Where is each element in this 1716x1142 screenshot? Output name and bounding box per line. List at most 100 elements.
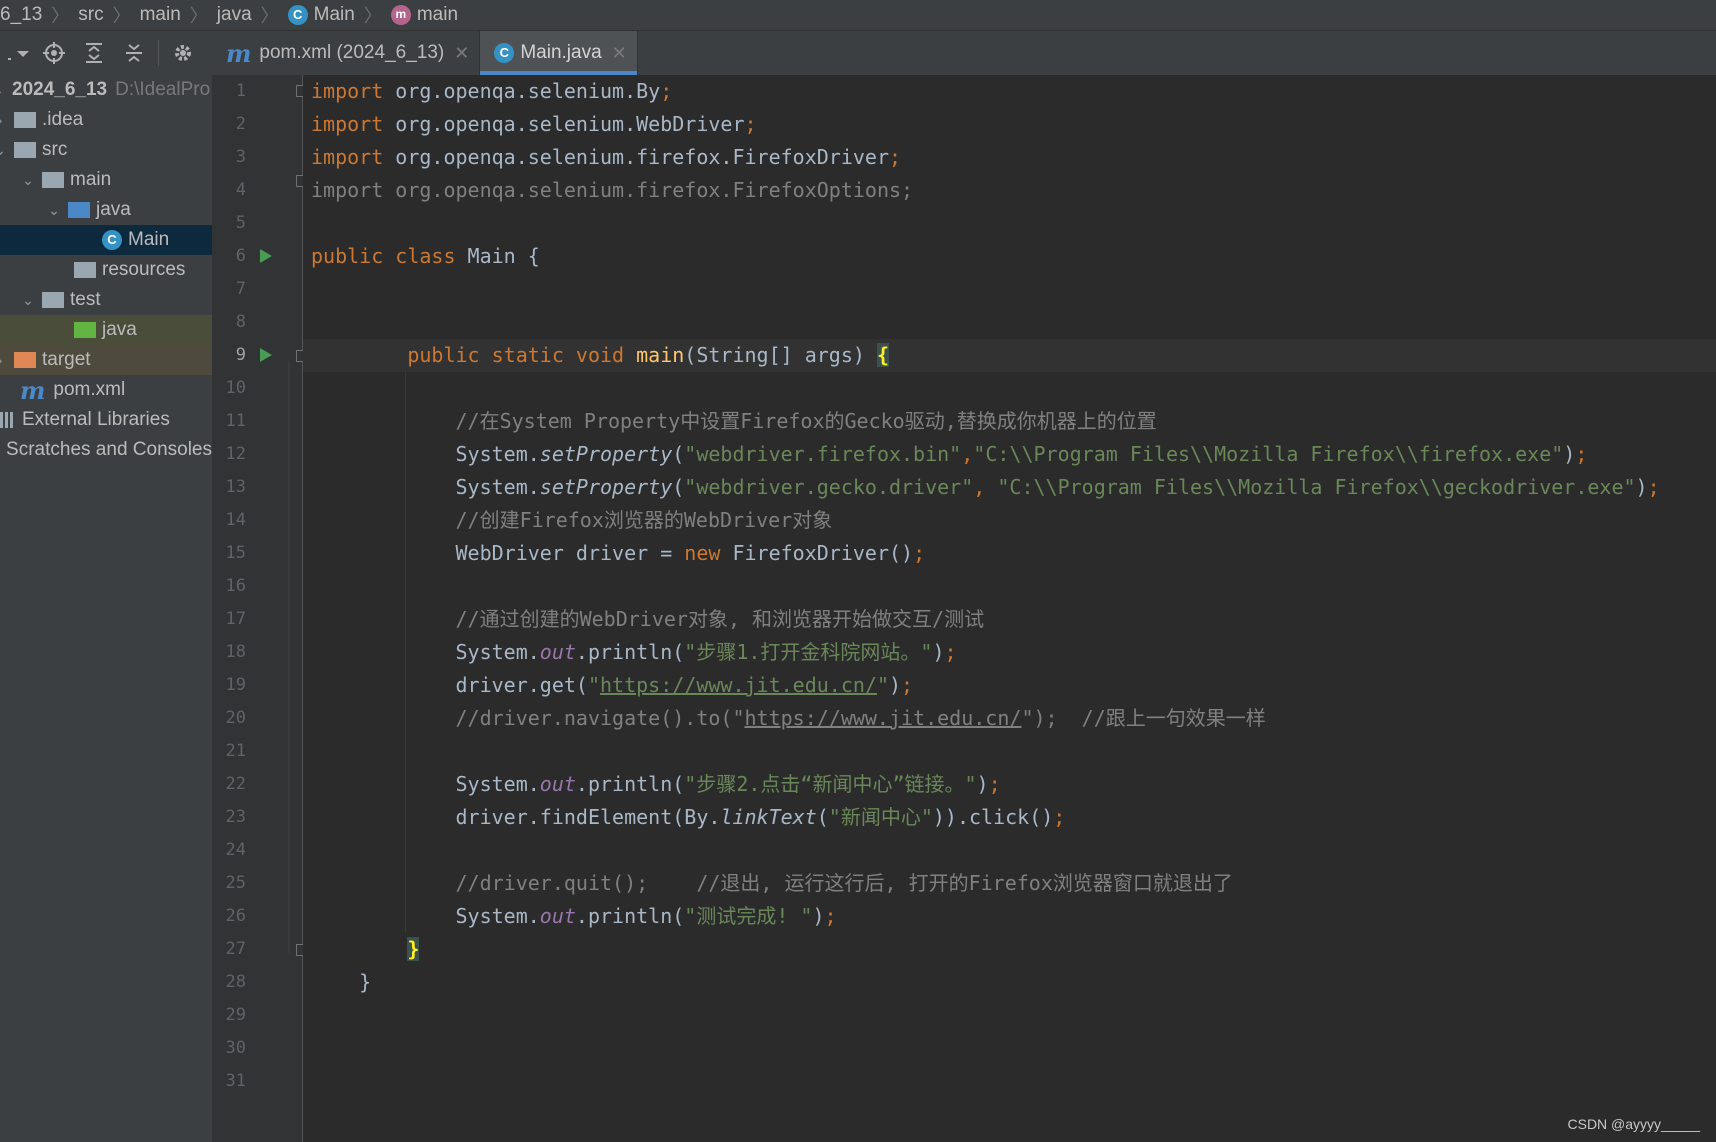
breadcrumb-item-java[interactable]: java (217, 0, 252, 30)
breadcrumb-item-main[interactable]: main (140, 0, 181, 30)
run-main-icon[interactable] (260, 348, 272, 362)
code-line-2[interactable]: import org.openqa.selenium.WebDriver; (311, 108, 757, 141)
tree-item-target[interactable]: › target (0, 345, 212, 375)
tree-item-pom[interactable]: m pom.xml (0, 375, 212, 405)
close-icon[interactable]: ✕ (454, 43, 469, 64)
expand-all-icon[interactable] (74, 33, 114, 73)
line-number[interactable]: 12 (212, 444, 246, 464)
line-number[interactable]: 22 (212, 774, 246, 794)
code-line-19[interactable]: driver.get("https://www.jit.edu.cn/"); (311, 669, 913, 702)
chevron-down-icon[interactable]: ⌄ (20, 172, 36, 189)
line-number[interactable]: 16 (212, 576, 246, 596)
gear-icon[interactable] (163, 33, 203, 73)
line-number[interactable]: 23 (212, 807, 246, 827)
line-number[interactable]: 17 (212, 609, 246, 629)
code-line-13[interactable]: System.setProperty("webdriver.gecko.driv… (311, 471, 1659, 504)
breadcrumb-item-class[interactable]: C Main (287, 0, 355, 30)
code-line-23[interactable]: driver.findElement(By.linkText("新闻中心")).… (311, 801, 1065, 834)
code-line-18[interactable]: System.out.println("步骤1.打开金科院网站。"); (311, 636, 956, 669)
tree-item-src[interactable]: ⌄ src (0, 135, 212, 165)
chevron-down-icon[interactable]: ⌄ (46, 202, 62, 219)
url-link[interactable]: https://www.jit.edu.cn/ (744, 706, 1021, 730)
code-line-3[interactable]: import org.openqa.selenium.firefox.Firef… (311, 141, 901, 174)
library-icon (0, 412, 16, 428)
chevron-down-icon[interactable]: ⌄ (0, 82, 6, 99)
code-editor[interactable]: import org.openqa.selenium.By; import or… (303, 75, 1716, 1142)
line-number[interactable]: 3 (212, 147, 246, 167)
run-class-icon[interactable] (260, 249, 272, 263)
chevron-right-icon[interactable]: › (0, 112, 8, 128)
code-line-27[interactable]: } (311, 933, 420, 966)
line-number[interactable]: 2 (212, 114, 246, 134)
code-line-20[interactable]: //driver.navigate().to("https://www.jit.… (311, 702, 1266, 735)
line-number[interactable]: 26 (212, 906, 246, 926)
breadcrumb-label: src (78, 4, 104, 25)
code-line-12[interactable]: System.setProperty("webdriver.firefox.bi… (311, 438, 1587, 471)
tab-pom-xml[interactable]: m pom.xml (2024_6_13) ✕ (212, 31, 481, 75)
breadcrumb-item-project[interactable]: 6_13 (0, 0, 42, 30)
tree-item-idea[interactable]: › .idea (0, 105, 212, 135)
line-number[interactable]: 11 (212, 411, 246, 431)
code-line-28[interactable]: } (311, 966, 371, 999)
code-line-17[interactable]: //通过创建的WebDriver对象, 和浏览器开始做交互/测试 (311, 603, 985, 636)
code-line-6[interactable]: public class Main { (311, 240, 540, 273)
code-line-25[interactable]: //driver.quit(); //退出, 运行这行后, 打开的Firefox… (311, 867, 1233, 900)
close-icon[interactable]: ✕ (612, 43, 627, 64)
code-line-1[interactable]: import org.openqa.selenium.By; (311, 75, 672, 108)
tree-item-resources[interactable]: resources (0, 255, 212, 285)
maven-icon: m (20, 375, 46, 405)
line-number[interactable]: 29 (212, 1005, 246, 1025)
line-number[interactable]: 21 (212, 741, 246, 761)
tree-item-external-libraries[interactable]: External Libraries (0, 405, 212, 435)
line-number[interactable]: 13 (212, 477, 246, 497)
line-number[interactable]: 9 (212, 345, 246, 365)
breadcrumb-label: java (216, 4, 252, 25)
tree-item-main[interactable]: ⌄ main (0, 165, 212, 195)
code-line-26[interactable]: System.out.println("测试完成! "); (311, 900, 836, 933)
line-number[interactable]: 7 (212, 279, 246, 299)
tree-item-main-class[interactable]: C Main (0, 225, 212, 255)
line-number[interactable]: 31 (212, 1071, 246, 1091)
line-number[interactable]: 15 (212, 543, 246, 563)
line-number[interactable]: 20 (212, 708, 246, 728)
line-number[interactable]: 24 (212, 840, 246, 860)
collapse-all-icon[interactable] (114, 33, 154, 73)
tree-item-java-test[interactable]: java (0, 315, 212, 345)
url-link[interactable]: https://www.jit.edu.cn/ (600, 673, 877, 697)
line-number[interactable]: 18 (212, 642, 246, 662)
tree-item-java-main[interactable]: ⌄ java (0, 195, 212, 225)
line-number[interactable]: 14 (212, 510, 246, 530)
code-line-4[interactable]: import org.openqa.selenium.firefox.Firef… (311, 174, 913, 207)
line-number[interactable]: 30 (212, 1038, 246, 1058)
watermark: CSDN @ayyyy_____ (1567, 1116, 1701, 1132)
breadcrumb-label: Main (313, 4, 355, 25)
tree-item-test[interactable]: ⌄ test (0, 285, 212, 315)
tree-item-scratches[interactable]: Scratches and Consoles (0, 435, 212, 465)
chevron-down-icon[interactable]: ⌄ (0, 142, 8, 159)
line-number[interactable]: 19 (212, 675, 246, 695)
view-options-dropdown-icon[interactable] (0, 33, 34, 73)
chevron-right-icon[interactable]: › (0, 352, 8, 368)
line-number[interactable]: 6 (212, 246, 246, 266)
tree-item-project-root[interactable]: ⌄ 2024_6_13 D:\IdealPro (0, 75, 212, 105)
line-number[interactable]: 10 (212, 378, 246, 398)
tab-main-java[interactable]: C Main.java ✕ (480, 31, 638, 75)
line-number[interactable]: 4 (212, 180, 246, 200)
breadcrumb-item-src[interactable]: src (78, 0, 103, 30)
tree-item-path: D:\IdealPro (115, 79, 211, 100)
test-folder-icon (74, 322, 96, 338)
breadcrumb-item-method[interactable]: m main (390, 0, 458, 30)
locate-file-icon[interactable] (34, 33, 74, 73)
chevron-down-icon[interactable]: ⌄ (20, 292, 36, 309)
line-number[interactable]: 1 (212, 81, 246, 101)
line-number[interactable]: 8 (212, 312, 246, 332)
code-line-15[interactable]: WebDriver driver = new FirefoxDriver(); (311, 537, 925, 570)
line-number[interactable]: 5 (212, 213, 246, 233)
line-number[interactable]: 28 (212, 972, 246, 992)
code-line-9[interactable]: public static void main(String[] args) { (311, 339, 889, 372)
line-number[interactable]: 27 (212, 939, 246, 959)
code-line-11[interactable]: //在System Property中设置Firefox的Gecko驱动,替换成… (311, 405, 1157, 438)
code-line-22[interactable]: System.out.println("步骤2.点击“新闻中心”链接。"); (311, 768, 1000, 801)
code-line-14[interactable]: //创建Firefox浏览器的WebDriver对象 (311, 504, 833, 537)
line-number[interactable]: 25 (212, 873, 246, 893)
